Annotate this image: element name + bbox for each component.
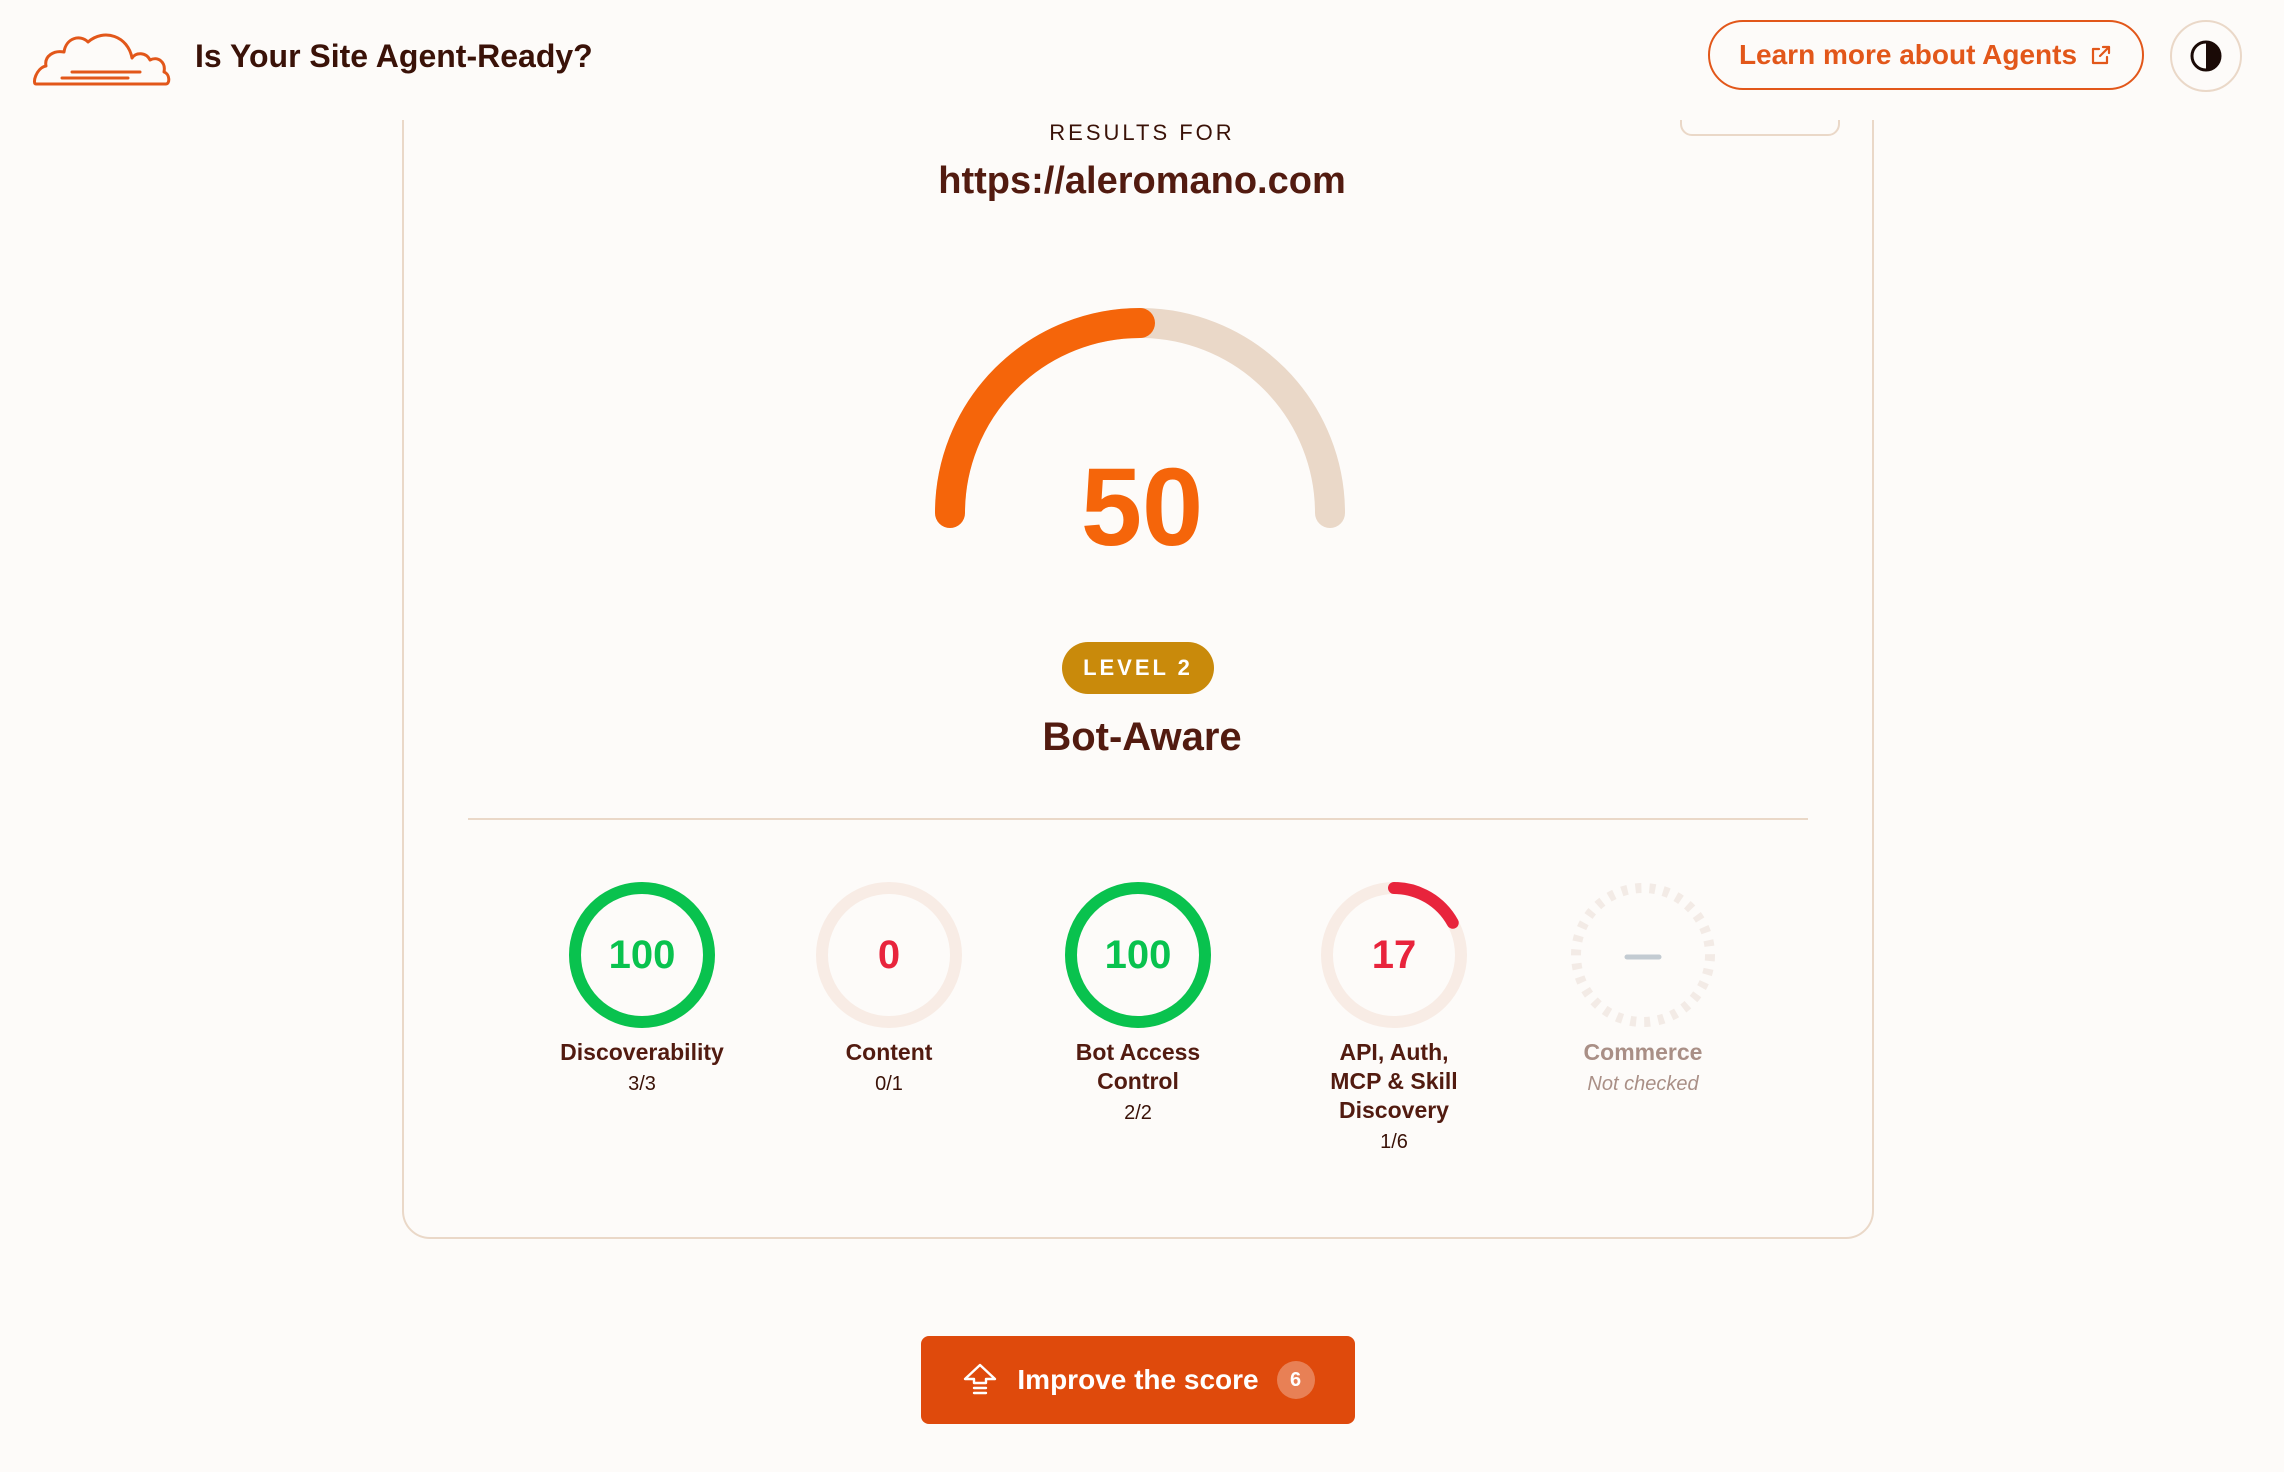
- overall-score: 50: [1080, 446, 1204, 569]
- category-ring: 100: [1063, 880, 1213, 1030]
- improve-score-button[interactable]: Improve the score 6: [921, 1336, 1355, 1424]
- level-name: Bot-Aware: [1042, 715, 1242, 759]
- category-discoverability[interactable]: 100 Discoverability 3/3: [522, 880, 762, 1096]
- upgrade-arrow-icon: [964, 1363, 997, 1395]
- recommendation-count-badge: 6: [1276, 1361, 1315, 1399]
- category-label: API, Auth, MCP & Skill Discovery: [1330, 1039, 1458, 1123]
- results-url: https://aleromano.com: [938, 160, 1346, 202]
- learn-more-label: Learn more about Agents: [1738, 39, 2078, 70]
- category-checks: Not checked: [1587, 1073, 1699, 1095]
- category-label: Commerce: [1583, 1039, 1703, 1065]
- category-api-auth-mcp-skill-discovery[interactable]: 17 API, Auth, MCP & Skill Discovery 1/6: [1274, 880, 1514, 1154]
- category-ring: 100: [567, 880, 717, 1030]
- category-bot-access-control[interactable]: 100 Bot Access Control 2/2: [1018, 880, 1258, 1125]
- category-score-value: 100: [1104, 932, 1172, 977]
- category-label: Bot Access Control: [1075, 1039, 1201, 1094]
- learn-more-button[interactable]: Learn more about Agents: [1708, 20, 2144, 90]
- category-commerce[interactable]: Commerce Not checked: [1523, 880, 1763, 1096]
- category-score-value: 0: [877, 932, 901, 977]
- category-label: Discoverability: [560, 1039, 724, 1065]
- category-checks: 3/3: [628, 1073, 656, 1095]
- category-ring: [1568, 880, 1718, 1030]
- category-checks: 1/6: [1380, 1131, 1408, 1153]
- cloud-logo-icon[interactable]: [32, 22, 172, 90]
- category-score-value: 100: [608, 932, 676, 977]
- category-content[interactable]: 0 Content 0/1: [769, 880, 1009, 1096]
- site-title: Is Your Site Agent-Ready?: [195, 38, 593, 74]
- app-header: Is Your Site Agent-Ready? Learn more abo…: [0, 0, 2284, 120]
- external-link-icon: [2091, 45, 2111, 65]
- divider: [468, 818, 1808, 820]
- category-checks: 2/2: [1124, 1102, 1152, 1124]
- contrast-icon: [2190, 40, 2222, 72]
- results-for-label: RESULTS FOR: [1049, 120, 1235, 145]
- category-score-value: 17: [1371, 932, 1417, 977]
- level-badge: LEVEL 2: [1062, 642, 1214, 694]
- category-ring: 17: [1319, 880, 1469, 1030]
- category-ring: 0: [814, 880, 964, 1030]
- category-label: Content: [845, 1039, 933, 1065]
- improve-score-label: Improve the score: [1017, 1364, 1259, 1395]
- category-checks: 0/1: [875, 1073, 903, 1095]
- theme-toggle-button[interactable]: [2170, 20, 2242, 92]
